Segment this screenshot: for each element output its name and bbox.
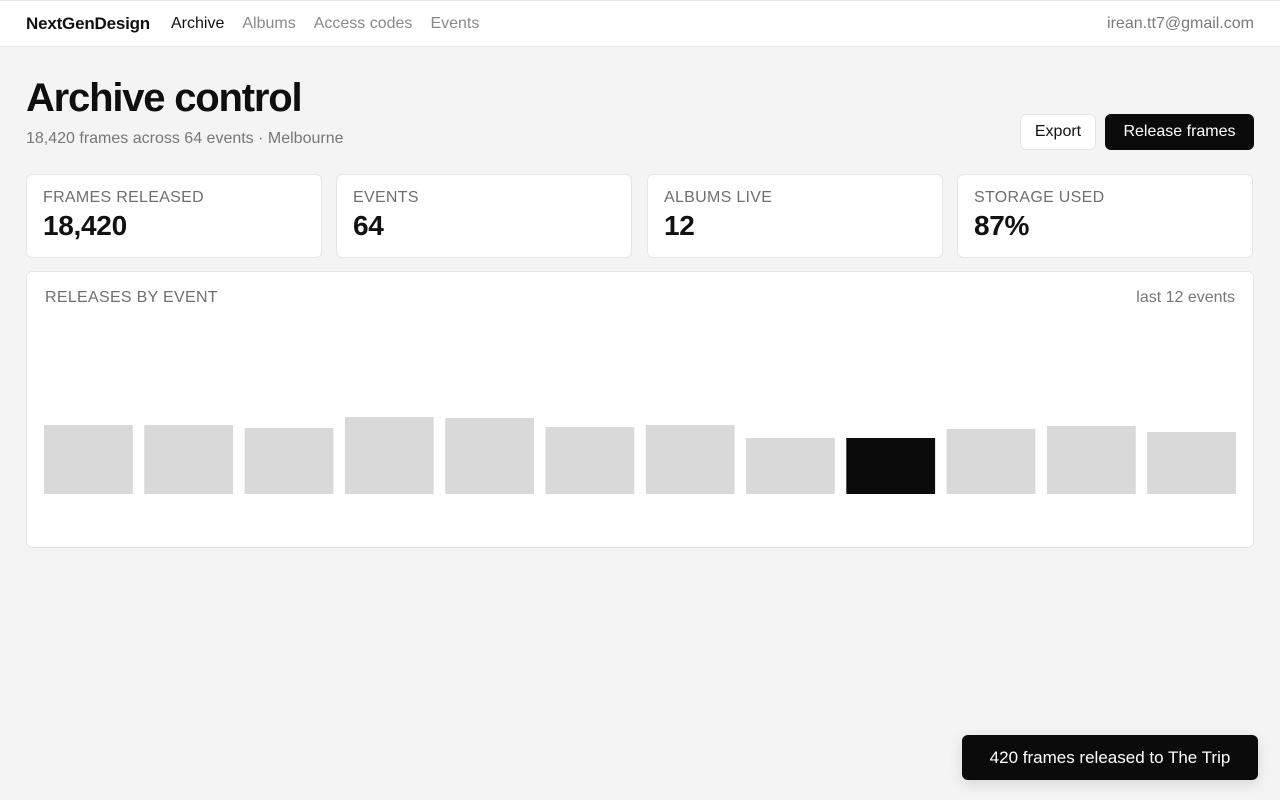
chart-bar[interactable]: [946, 429, 1036, 494]
nav-link-archive[interactable]: Archive: [171, 15, 224, 33]
chart-bar[interactable]: [746, 438, 835, 494]
releases-bar-chart: [44, 417, 1236, 494]
stat-value: 64: [353, 210, 384, 241]
nav-link-access-codes[interactable]: Access codes: [314, 15, 413, 33]
nav-link-events[interactable]: Events: [430, 15, 479, 33]
chart-bar[interactable]: [144, 425, 234, 494]
nav-link-albums[interactable]: Albums: [242, 15, 295, 33]
top-nav: NextGenDesign Archive Albums Access code…: [0, 0, 1280, 47]
chart-bar[interactable]: [1147, 432, 1236, 494]
stat-value: 18,420: [43, 210, 127, 241]
chart-bar[interactable]: [344, 417, 434, 494]
stat-label: ALBUMS LIVE: [664, 189, 773, 206]
release-frames-button[interactable]: Release frames: [1105, 114, 1254, 150]
chart-bar[interactable]: [244, 428, 334, 494]
page-subtitle: 18,420 frames across 64 events · Melbour…: [26, 130, 344, 147]
user-email[interactable]: irean.tt7@gmail.com: [1107, 15, 1254, 33]
stat-label: EVENTS: [353, 189, 419, 206]
toast-notification: 420 frames released to The Trip: [962, 735, 1258, 780]
export-button[interactable]: Export: [1020, 114, 1096, 150]
stat-card-frames-released: FRAMES RELEASED 18,420: [26, 174, 322, 258]
chart-bar[interactable]: [1046, 426, 1136, 494]
chart-bar[interactable]: [545, 427, 635, 494]
chart-bar[interactable]: [645, 425, 735, 494]
stat-card-events: EVENTS 64: [336, 174, 632, 258]
stat-value: 12: [664, 210, 695, 241]
releases-chart-card: RELEASES BY EVENT last 12 events: [26, 271, 1254, 548]
chart-bar[interactable]: [445, 418, 534, 494]
chart-bar-highlighted[interactable]: [846, 438, 936, 494]
stat-label: STORAGE USED: [974, 189, 1105, 206]
stat-value: 87%: [974, 210, 1030, 241]
stat-label: FRAMES RELEASED: [43, 189, 204, 206]
page-title: Archive control: [26, 76, 303, 120]
chart-bar[interactable]: [44, 425, 133, 494]
brand-logo[interactable]: NextGenDesign: [26, 14, 150, 34]
stat-card-albums-live: ALBUMS LIVE 12: [647, 174, 943, 258]
stat-card-storage-used: STORAGE USED 87%: [957, 174, 1253, 258]
